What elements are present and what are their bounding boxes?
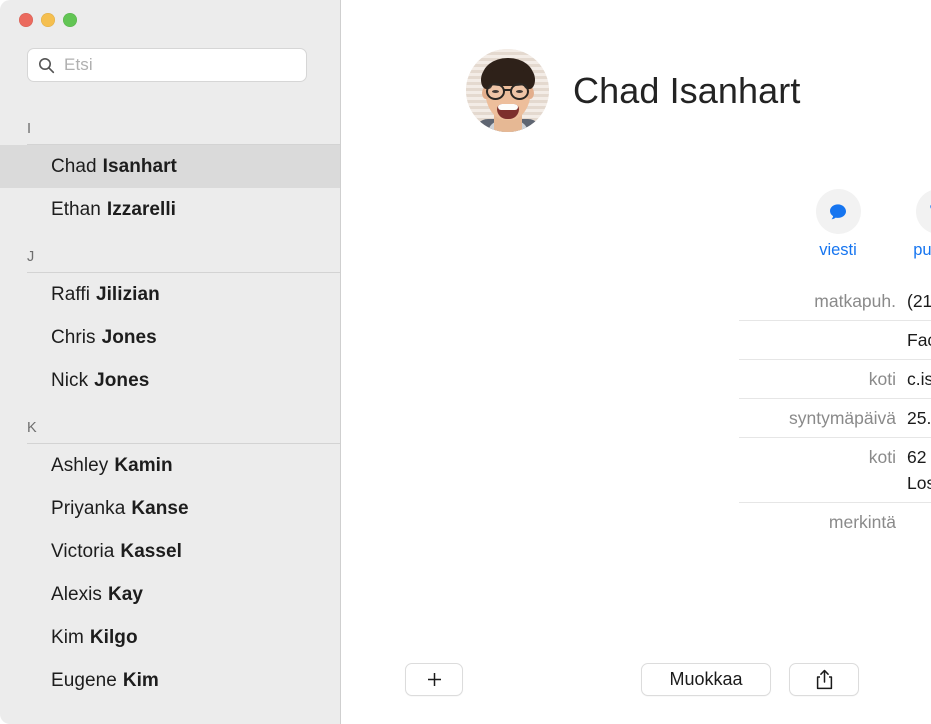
detail-label: merkintä: [828, 512, 896, 532]
contact-last-name: Kim: [122, 669, 159, 691]
detail-label: koti: [868, 369, 896, 389]
share-button[interactable]: [789, 663, 859, 696]
search-input[interactable]: Etsi: [27, 48, 307, 82]
contacts-list[interactable]: I Chad Isanhart Ethan Izzarelli J Raffi Jilizia…: [0, 103, 340, 724]
contact-first-name: Ethan: [51, 198, 101, 220]
contact-last-name: Kay: [107, 583, 143, 605]
add-contact-button[interactable]: [405, 663, 463, 696]
plus-icon: [427, 673, 441, 686]
detail-row: koti c.isanhart@icloud.com: [739, 359, 931, 398]
contact-list-item[interactable]: Eugene Kim: [0, 659, 340, 702]
action-label: viesti: [819, 241, 857, 259]
avatar[interactable]: [466, 49, 549, 132]
contact-last-name: Jones: [94, 369, 150, 391]
contact-last-name: Izzarelli: [106, 198, 176, 220]
contact-first-name: Victoria: [51, 540, 115, 562]
detail-row: matkapuh. (215) 555-2377: [739, 282, 931, 320]
contact-last-name: Isanhart: [102, 155, 177, 177]
contact-last-name: Kanse: [131, 497, 189, 519]
edit-button[interactable]: Muokkaa: [641, 663, 771, 696]
contact-list-item[interactable]: Kim Kilgo: [0, 616, 340, 659]
sidebar: Etsi I Chad Isanhart Ethan Izzarelli J Raffi Ji…: [0, 0, 341, 724]
quick-actions: viestipuheluvideosähköposti: [788, 189, 931, 260]
contact-list-item[interactable]: Nick Jones: [0, 359, 340, 402]
contact-last-name: Kamin: [114, 454, 173, 476]
contact-name: Chad Isanhart: [573, 69, 801, 111]
action-puhelu[interactable]: puhelu: [888, 189, 931, 260]
share-icon: [816, 669, 832, 690]
contact-first-name: Nick: [51, 369, 89, 391]
contact-list-item[interactable]: Ashley Kamin: [0, 444, 340, 487]
search-placeholder: Etsi: [64, 55, 93, 74]
contact-details-table: matkapuh. (215) 555-2377 FaceTime koti c.isa…: [739, 282, 931, 541]
contact-detail-panel: Chad Isanhart viestipuheluvideosähköpost…: [341, 0, 931, 724]
detail-value[interactable]: 25. helmikuuta: [907, 405, 931, 431]
contact-first-name: Chris: [51, 326, 96, 348]
detail-row: FaceTime: [739, 320, 931, 359]
contact-list-item[interactable]: Alexis Kay: [0, 573, 340, 616]
detail-value[interactable]: (215) 555-2377: [907, 288, 931, 314]
contact-first-name: Kim: [51, 626, 84, 648]
detail-value[interactable]: FaceTime: [907, 327, 931, 353]
contact-list-item[interactable]: Priyanka Kanse: [0, 487, 340, 530]
contact-first-name: Priyanka: [51, 497, 126, 519]
search-field-wrapper[interactable]: Etsi: [27, 48, 307, 82]
contact-first-name: Chad: [51, 155, 97, 177]
detail-row: syntymäpäivä 25. helmikuuta: [739, 398, 931, 437]
contact-last-name: Jilizian: [95, 283, 160, 305]
detail-row: koti 62 Dahlia Dr Los Angeles CA 90041: [739, 437, 931, 502]
contact-header: Chad Isanhart: [466, 49, 800, 132]
detail-value[interactable]: 62 Dahlia Dr Los Angeles CA 90041: [907, 444, 931, 496]
detail-label: syntymäpäivä: [789, 408, 896, 428]
contact-first-name: Alexis: [51, 583, 102, 605]
action-viesti[interactable]: viesti: [788, 189, 888, 260]
close-window-button[interactable]: [19, 13, 33, 27]
bottom-toolbar: Muokkaa: [341, 648, 931, 724]
action-label: puhelu: [913, 241, 931, 259]
contact-list-item[interactable]: Ethan Izzarelli: [0, 188, 340, 231]
contact-list-item[interactable]: Raffi Jilizian: [0, 273, 340, 316]
window-controls: [19, 13, 77, 27]
detail-label: matkapuh.: [814, 291, 896, 311]
section-letter: I: [27, 120, 32, 137]
detail-value[interactable]: c.isanhart@icloud.com: [907, 366, 931, 392]
phone-icon: [915, 189, 931, 234]
contacts-window: Etsi I Chad Isanhart Ethan Izzarelli J Raffi Ji…: [0, 0, 931, 724]
section-letter: J: [27, 248, 35, 265]
minimize-window-button[interactable]: [41, 13, 55, 27]
section-header-i: I: [0, 103, 340, 145]
contact-first-name: Ashley: [51, 454, 109, 476]
contact-list-item[interactable]: Victoria Kassel: [0, 530, 340, 573]
contact-last-name: Kassel: [120, 540, 182, 562]
message-bubble-icon: [815, 189, 861, 234]
maximize-window-button[interactable]: [63, 13, 77, 27]
section-header-k: K: [0, 402, 340, 444]
contact-list-item[interactable]: Chris Jones: [0, 316, 340, 359]
detail-row: merkintä: [739, 502, 931, 541]
contact-list-item[interactable]: Chad Isanhart: [0, 145, 340, 188]
contact-last-name: Kilgo: [89, 626, 138, 648]
detail-label: koti: [868, 447, 896, 467]
section-letter: K: [27, 419, 37, 436]
section-header-j: J: [0, 231, 340, 273]
search-icon: [38, 57, 55, 74]
contact-first-name: Raffi: [51, 283, 90, 305]
contact-first-name: Eugene: [51, 669, 117, 691]
contact-last-name: Jones: [101, 326, 157, 348]
